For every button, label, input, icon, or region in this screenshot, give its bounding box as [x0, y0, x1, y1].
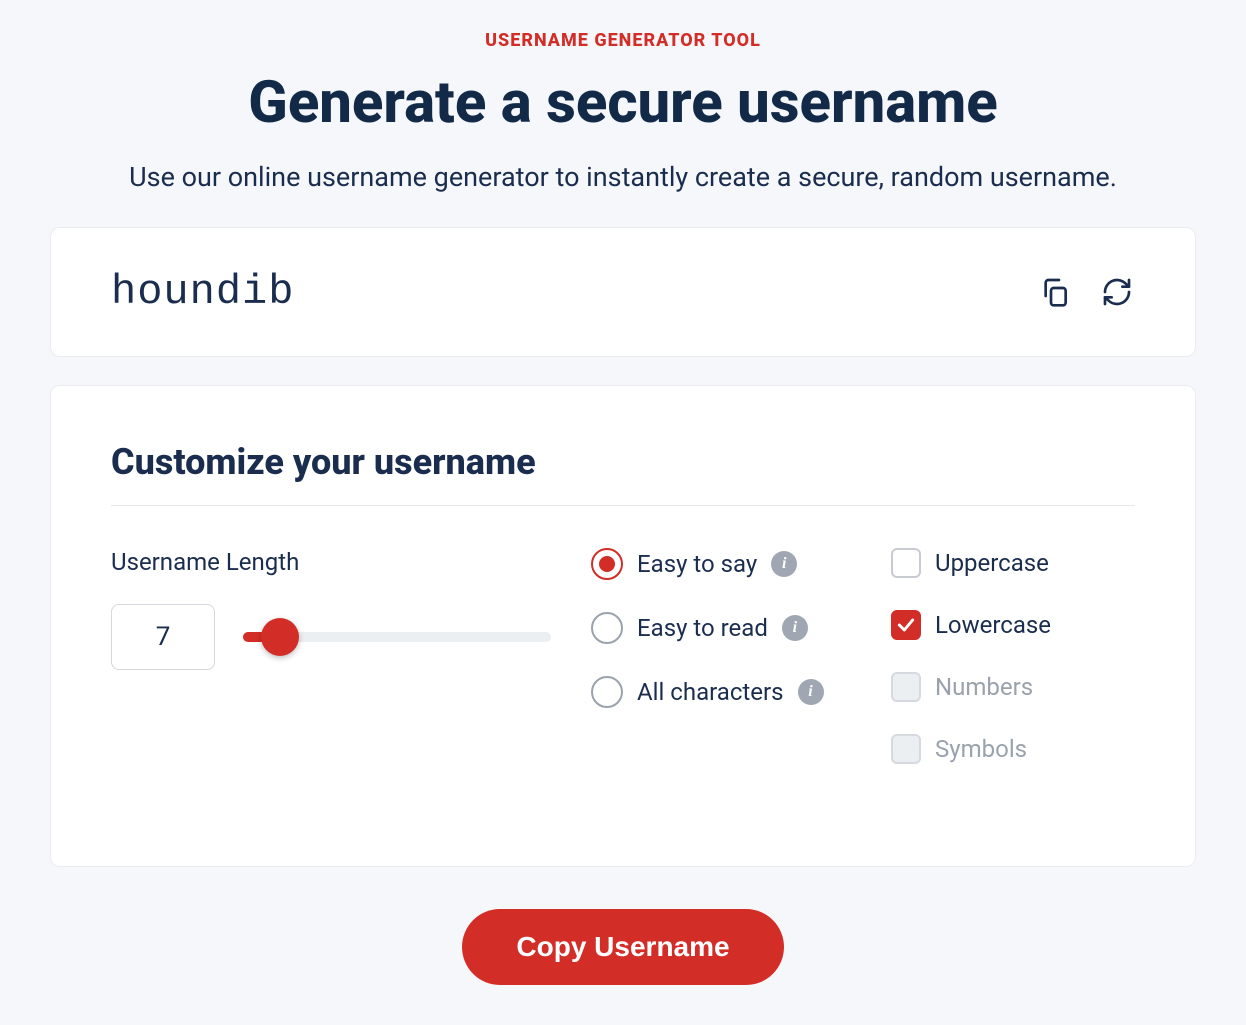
- length-label: Username Length: [111, 548, 551, 576]
- checkbox-symbols: Symbols: [891, 734, 1135, 764]
- radio-label: Easy to read: [637, 614, 768, 642]
- generated-username: houndib: [111, 268, 294, 316]
- length-input[interactable]: [111, 604, 215, 670]
- radio-label: All characters: [637, 678, 784, 706]
- checkbox-icon: [891, 548, 921, 578]
- page-title: Generate a secure username: [50, 69, 1196, 137]
- customize-title: Customize your username: [111, 441, 1135, 506]
- regenerate-icon[interactable]: [1099, 274, 1135, 310]
- checkbox-uppercase[interactable]: Uppercase: [891, 548, 1135, 578]
- info-icon[interactable]: i: [782, 615, 808, 641]
- info-icon[interactable]: i: [771, 551, 797, 577]
- checkbox-icon: [891, 672, 921, 702]
- eyebrow-label: USERNAME GENERATOR TOOL: [50, 30, 1196, 51]
- checkbox-label: Uppercase: [935, 549, 1049, 577]
- length-slider[interactable]: [243, 632, 551, 642]
- copy-icon[interactable]: [1037, 274, 1073, 310]
- checkbox-label: Symbols: [935, 735, 1027, 763]
- copy-username-button[interactable]: Copy Username: [462, 909, 783, 985]
- checkbox-label: Numbers: [935, 673, 1033, 701]
- checkbox-icon: [891, 610, 921, 640]
- info-icon[interactable]: i: [798, 679, 824, 705]
- radio-icon: [591, 676, 623, 708]
- radio-all-characters[interactable]: All characters i: [591, 676, 851, 708]
- username-output-card: houndib: [50, 227, 1196, 357]
- radio-easy-to-read[interactable]: Easy to read i: [591, 612, 851, 644]
- radio-icon: [591, 612, 623, 644]
- radio-easy-to-say[interactable]: Easy to say i: [591, 548, 851, 580]
- checkbox-label: Lowercase: [935, 611, 1051, 639]
- customize-card: Customize your username Username Length …: [50, 385, 1196, 867]
- page-subtitle: Use our online username generator to ins…: [50, 161, 1196, 193]
- radio-label: Easy to say: [637, 550, 757, 578]
- checkbox-lowercase[interactable]: Lowercase: [891, 610, 1135, 640]
- radio-icon: [591, 548, 623, 580]
- checkbox-icon: [891, 734, 921, 764]
- checkbox-numbers: Numbers: [891, 672, 1135, 702]
- slider-thumb-icon[interactable]: [261, 618, 299, 656]
